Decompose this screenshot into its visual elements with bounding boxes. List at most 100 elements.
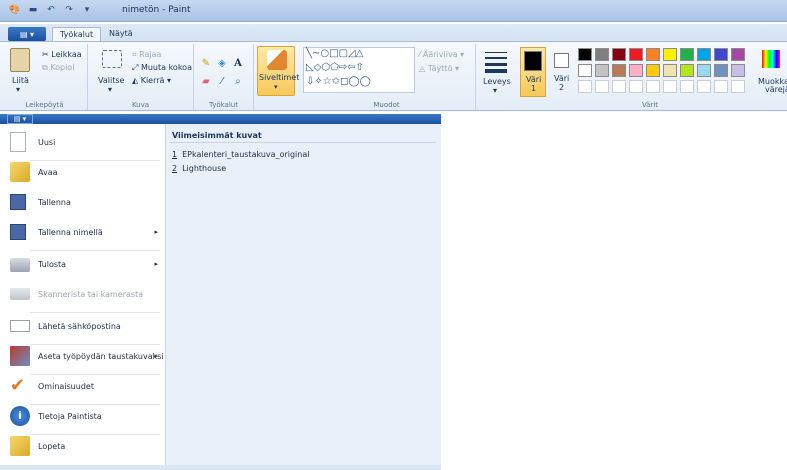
menu-set-wallpaper[interactable]: Aseta työpöydän taustakuvaksi ▸ (6, 340, 164, 374)
paint-app-icon[interactable]: 🎨 (8, 3, 22, 17)
exit-icon (10, 436, 30, 456)
color-swatch[interactable] (714, 48, 728, 61)
color-swatch[interactable] (680, 48, 694, 61)
recent-file-item[interactable]: 2 Lighthouse (172, 164, 226, 173)
crop-button[interactable]: ⌗ Rajaa (132, 50, 161, 60)
text-tool-icon[interactable]: A (231, 56, 245, 70)
rotate-label: Kierrä (140, 76, 165, 85)
menu-save-as[interactable]: Tallenna nimellä ▸ (6, 216, 164, 250)
customize-qat-icon[interactable]: ▾ (80, 3, 94, 17)
desktop-wallpaper-icon (10, 346, 30, 366)
color-swatch[interactable] (646, 64, 660, 77)
outline-button[interactable]: ⁄ Ääriviiva ▾ (419, 50, 464, 59)
brushes-button[interactable]: Siveltimet ▾ (257, 46, 299, 96)
menu-open[interactable]: Avaa (6, 156, 164, 190)
color-swatch[interactable] (578, 48, 592, 61)
color-swatch[interactable] (595, 64, 609, 77)
fill-button[interactable]: ◬ Täyttö ▾ (419, 64, 459, 73)
pencil-icon[interactable]: ✎ (199, 56, 213, 70)
custom-color-slot[interactable] (629, 80, 643, 93)
edit-colors-icon[interactable] (762, 50, 780, 68)
tab-tyokalut[interactable]: Työkalut (52, 27, 102, 42)
resize-button[interactable]: ⤢ Muuta kokoa (132, 63, 192, 73)
select-icon[interactable] (102, 50, 122, 68)
application-menu-button[interactable]: ▤ ▾ (8, 27, 46, 41)
menu-new-label: Uusi (38, 138, 56, 147)
color-swatch[interactable] (578, 64, 592, 77)
ribbon-tab-row: ▤ ▾ Työkalut Näytä (0, 24, 787, 42)
color-picker-icon[interactable]: ⁄ (215, 74, 229, 88)
color-swatch[interactable] (663, 48, 677, 61)
rotate-button[interactable]: ◭ Kierrä ▾ (132, 76, 171, 85)
menu-print[interactable]: Tulosta ▸ (6, 248, 164, 282)
color-swatch[interactable] (612, 64, 626, 77)
select-button[interactable]: Valitse (98, 76, 124, 85)
magnifier-icon[interactable]: ⌕ (231, 74, 245, 88)
cut-button[interactable]: ✂ Leikkaa (42, 50, 82, 59)
custom-color-slot[interactable] (680, 80, 694, 93)
eraser-icon[interactable]: ▰ (199, 74, 213, 88)
paste-dropdown-icon[interactable]: ▾ (16, 85, 20, 94)
color-swatch[interactable] (731, 48, 745, 61)
menu-about[interactable]: i Tietoja Paintista (6, 400, 164, 434)
color-swatch[interactable] (595, 48, 609, 61)
tab-nayta[interactable]: Näytä (102, 27, 140, 42)
menu-properties[interactable]: ✔ Ominaisuudet (6, 370, 164, 404)
menu-new[interactable]: Uusi (6, 126, 164, 160)
recent-file-number: 2 (172, 164, 178, 173)
title-bar: 🎨 ▬ ↶ ↷ ▾ nimetön - Paint (0, 0, 787, 22)
color-swatch[interactable] (697, 64, 711, 77)
menu-print-label: Tulosta (38, 260, 67, 269)
color-swatch[interactable] (714, 64, 728, 77)
custom-color-slot[interactable] (663, 80, 677, 93)
select-dropdown-icon[interactable]: ▾ (108, 85, 112, 94)
custom-color-slot[interactable] (595, 80, 609, 93)
undo-icon[interactable]: ↶ (44, 3, 58, 17)
submenu-arrow-icon: ▸ (154, 352, 158, 360)
color-swatch[interactable] (612, 48, 626, 61)
clipboard-group-label: Leikepöytä (25, 101, 64, 109)
menu-save[interactable]: Tallenna (6, 186, 164, 220)
color-swatch[interactable] (680, 64, 694, 77)
copy-button[interactable]: ⧉ Kopioi (42, 63, 74, 73)
copy-label: Kopioi (50, 63, 75, 72)
save-icon[interactable]: ▬ (26, 3, 40, 17)
clipboard-group: Liitä ▾ ✂ Leikkaa ⧉ Kopioi Leikepöytä (2, 44, 88, 110)
paste-icon[interactable] (10, 48, 30, 72)
edit-colors-label-2[interactable]: värejä (765, 85, 787, 94)
color-swatch[interactable] (629, 64, 643, 77)
custom-color-slot[interactable] (578, 80, 592, 93)
paste-button[interactable]: Liitä (12, 76, 29, 85)
size-dropdown-icon[interactable]: ▾ (493, 86, 497, 95)
color-swatch[interactable] (646, 48, 660, 61)
menu-set-wallpaper-label: Aseta työpöydän taustakuvaksi (38, 352, 164, 361)
redo-icon[interactable]: ↷ (62, 3, 76, 17)
custom-color-slot[interactable] (714, 80, 728, 93)
recent-file-item[interactable]: 1 EPkalenteri_taustakuva_original (172, 150, 309, 159)
menu-send-email[interactable]: Lähetä sähköpostina (6, 310, 164, 344)
size-button[interactable]: Leveys (483, 77, 511, 86)
size-icon[interactable] (485, 52, 507, 74)
custom-color-slot[interactable] (731, 80, 745, 93)
color-swatch[interactable] (731, 64, 745, 77)
file-menu-button[interactable]: ▤ ▾ (7, 114, 33, 124)
color-swatch[interactable] (629, 48, 643, 61)
color-swatch[interactable] (663, 64, 677, 77)
color-swatch[interactable] (697, 48, 711, 61)
custom-color-slot[interactable] (612, 80, 626, 93)
menu-properties-label: Ominaisuudet (38, 382, 94, 391)
fill-bucket-icon[interactable]: ◈ (215, 56, 229, 70)
color2-label: Väri (554, 74, 570, 83)
menu-exit[interactable]: Lopeta (6, 430, 164, 464)
menu-send-email-label: Lähetä sähköpostina (38, 322, 121, 331)
color2-button[interactable]: Väri 2 (550, 47, 574, 97)
checkmark-icon: ✔ (10, 375, 26, 396)
brush-icon (267, 50, 287, 70)
menu-footer (0, 465, 441, 470)
shapes-row1-icons: ╲∼○□▢◿△ (306, 48, 364, 59)
custom-color-slot[interactable] (697, 80, 711, 93)
menu-scan[interactable]: Skanneri­sta tai kamerasta (6, 278, 164, 312)
custom-color-slot[interactable] (646, 80, 660, 93)
color1-button[interactable]: Väri 1 (520, 47, 546, 97)
shapes-gallery[interactable]: ╲∼○□▢◿△ ◺◇⬡⬠⇨⇦⇧ ⇩✧☆✩◻◯◯ (303, 47, 415, 93)
